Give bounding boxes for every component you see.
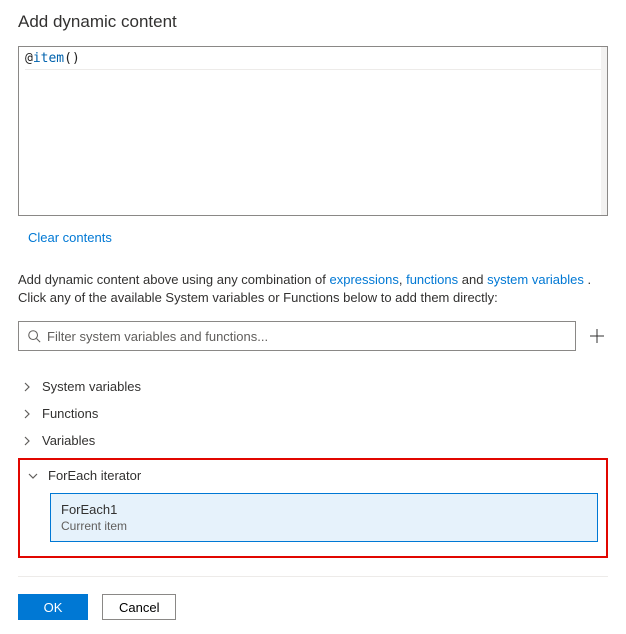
iterator-item-desc: Current item <box>61 519 587 533</box>
link-functions[interactable]: functions <box>406 272 458 287</box>
help-and: and <box>458 272 487 287</box>
iterator-item-foreach1[interactable]: ForEach1 Current item <box>50 493 598 542</box>
add-button[interactable] <box>586 325 608 347</box>
ok-button[interactable]: OK <box>18 594 88 620</box>
chevron-down-icon <box>28 471 38 481</box>
filter-input[interactable] <box>47 329 567 344</box>
section-label: ForEach iterator <box>48 468 141 483</box>
dialog-title: Add dynamic content <box>18 12 608 32</box>
footer-divider <box>18 576 608 577</box>
section-variables[interactable]: Variables <box>18 427 608 454</box>
clear-contents-link[interactable]: Clear contents <box>28 230 112 245</box>
link-system-variables[interactable]: system variables <box>487 272 584 287</box>
iterator-item-name: ForEach1 <box>61 502 587 517</box>
cancel-button[interactable]: Cancel <box>102 594 176 620</box>
help-comma: , <box>399 272 406 287</box>
section-label: System variables <box>42 379 141 394</box>
section-system-variables[interactable]: System variables <box>18 373 608 400</box>
section-label: Functions <box>42 406 98 421</box>
dialog-footer: OK Cancel <box>18 594 176 620</box>
scrollbar[interactable] <box>601 47 607 215</box>
filter-row <box>18 321 608 351</box>
help-text: Add dynamic content above using any comb… <box>18 271 608 307</box>
help-prefix: Add dynamic content above using any comb… <box>18 272 329 287</box>
foreach-iterator-highlight: ForEach iterator ForEach1 Current item <box>18 458 608 558</box>
expr-at: @ <box>25 51 33 66</box>
expression-editor[interactable]: @item() <box>18 46 608 216</box>
expr-parens: () <box>64 51 80 66</box>
chevron-right-icon <box>22 436 32 446</box>
section-foreach-iterator[interactable]: ForEach iterator <box>28 466 598 485</box>
expression-code: @item() <box>25 51 601 66</box>
chevron-right-icon <box>22 382 32 392</box>
expression-rule <box>25 69 601 70</box>
section-functions[interactable]: Functions <box>18 400 608 427</box>
plus-icon <box>589 328 605 344</box>
expr-fn: item <box>33 51 64 66</box>
section-label: Variables <box>42 433 95 448</box>
search-icon <box>27 329 41 343</box>
filter-input-wrapper[interactable] <box>18 321 576 351</box>
chevron-right-icon <box>22 409 32 419</box>
link-expressions[interactable]: expressions <box>329 272 398 287</box>
